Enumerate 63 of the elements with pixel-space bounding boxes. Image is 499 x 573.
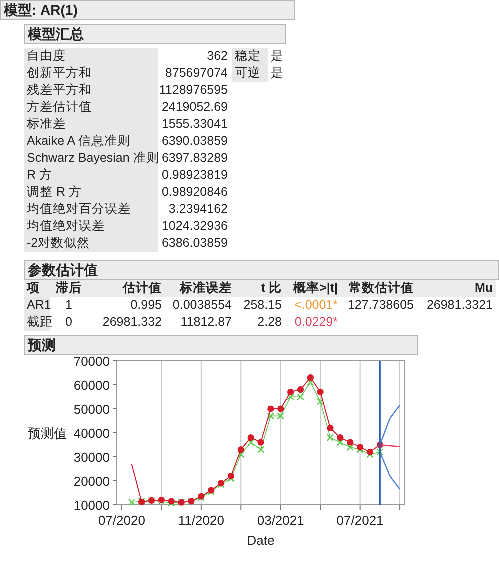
table-cell-text: 0.0229* <box>294 314 339 331</box>
flag-value: 是 <box>270 65 285 82</box>
value-text: 0.98923819 <box>160 167 229 184</box>
table-cell: AR1 <box>24 297 50 314</box>
value-text: 362 <box>206 48 229 65</box>
flag-label: 可逆 <box>232 65 268 82</box>
column-header: 估计值 <box>88 280 165 297</box>
row-label: Akaike A 信息准则 <box>24 133 158 150</box>
value-text: 0.98920846 <box>160 184 229 201</box>
flag-value: 是 <box>270 48 285 65</box>
column-header: 项 <box>24 280 50 297</box>
row-label: 均值绝对百分误差 <box>24 201 158 218</box>
value-text: 875697074 <box>164 65 229 82</box>
row-label: 残差平方和 <box>24 82 158 99</box>
table-cell-text: 127.738605 <box>346 297 415 314</box>
tick-label: 50000 <box>74 402 110 417</box>
column-header: 标准误差 <box>165 280 235 297</box>
row-label: 自由度 <box>24 48 158 65</box>
column-header: Mu <box>417 280 496 297</box>
table-cell-text: 26981.3321 <box>426 297 494 314</box>
axis-title: 预测值 <box>28 426 67 441</box>
tick-label: 30000 <box>74 450 110 465</box>
row-label: 标准差 <box>24 116 158 133</box>
tick-label: 11/2020 <box>178 513 224 528</box>
row-label: 创新平方和 <box>24 65 158 82</box>
row-label: 方差估计值 <box>24 99 158 116</box>
tick-label: 10000 <box>74 498 110 513</box>
table-cell-text: 1 <box>64 297 74 314</box>
table-cell-text: 258.15 <box>242 297 283 314</box>
tick-label: 07/2021 <box>336 513 384 528</box>
axis-title: Date <box>247 533 275 548</box>
tick-label: 60000 <box>74 378 110 393</box>
table-cell-text: 0 <box>64 314 74 331</box>
tick-label: 20000 <box>74 474 110 489</box>
table-cell-text: <.0001* <box>294 297 339 314</box>
table-cell-text: 11812.87 <box>180 314 233 331</box>
value-text: 1555.33041 <box>160 116 229 133</box>
column-header: 滞后 <box>50 280 88 297</box>
value-text: 1128976595 <box>158 82 229 99</box>
row-label: R 方 <box>24 167 158 184</box>
table-cell-text: 26981.332 <box>102 314 163 331</box>
row-label: Schwarz Bayesian 准则 <box>24 150 158 167</box>
tick-label: 70000 <box>74 355 110 369</box>
tick-label: 03/2021 <box>257 513 304 528</box>
table-cell-text: 2.28 <box>256 314 283 331</box>
row-label: 均值绝对误差 <box>24 218 158 235</box>
value-text: 1024.32936 <box>160 218 229 235</box>
value-text: 2419052.69 <box>160 99 229 116</box>
value-text: 6386.03859 <box>160 235 229 252</box>
column-header: t 比 <box>235 280 285 297</box>
value-text: 6397.83289 <box>160 150 229 167</box>
table-cell-text: 0.995 <box>130 297 163 314</box>
row-label: -2对数似然 <box>24 235 158 252</box>
row-label: 调整 R 方 <box>24 184 158 201</box>
value-text: 3.2394162 <box>168 201 229 218</box>
column-header: 常数估计值 <box>341 280 417 297</box>
tick-label: 40000 <box>74 426 110 441</box>
table-cell-text: 0.0038554 <box>172 297 233 314</box>
value-text: 6390.03859 <box>160 133 229 150</box>
column-header: 概率>|t| <box>285 280 341 297</box>
table-cell: 截距 <box>24 314 50 331</box>
tick-label: 07/2020 <box>98 513 146 528</box>
flag-label: 稳定 <box>232 48 268 65</box>
